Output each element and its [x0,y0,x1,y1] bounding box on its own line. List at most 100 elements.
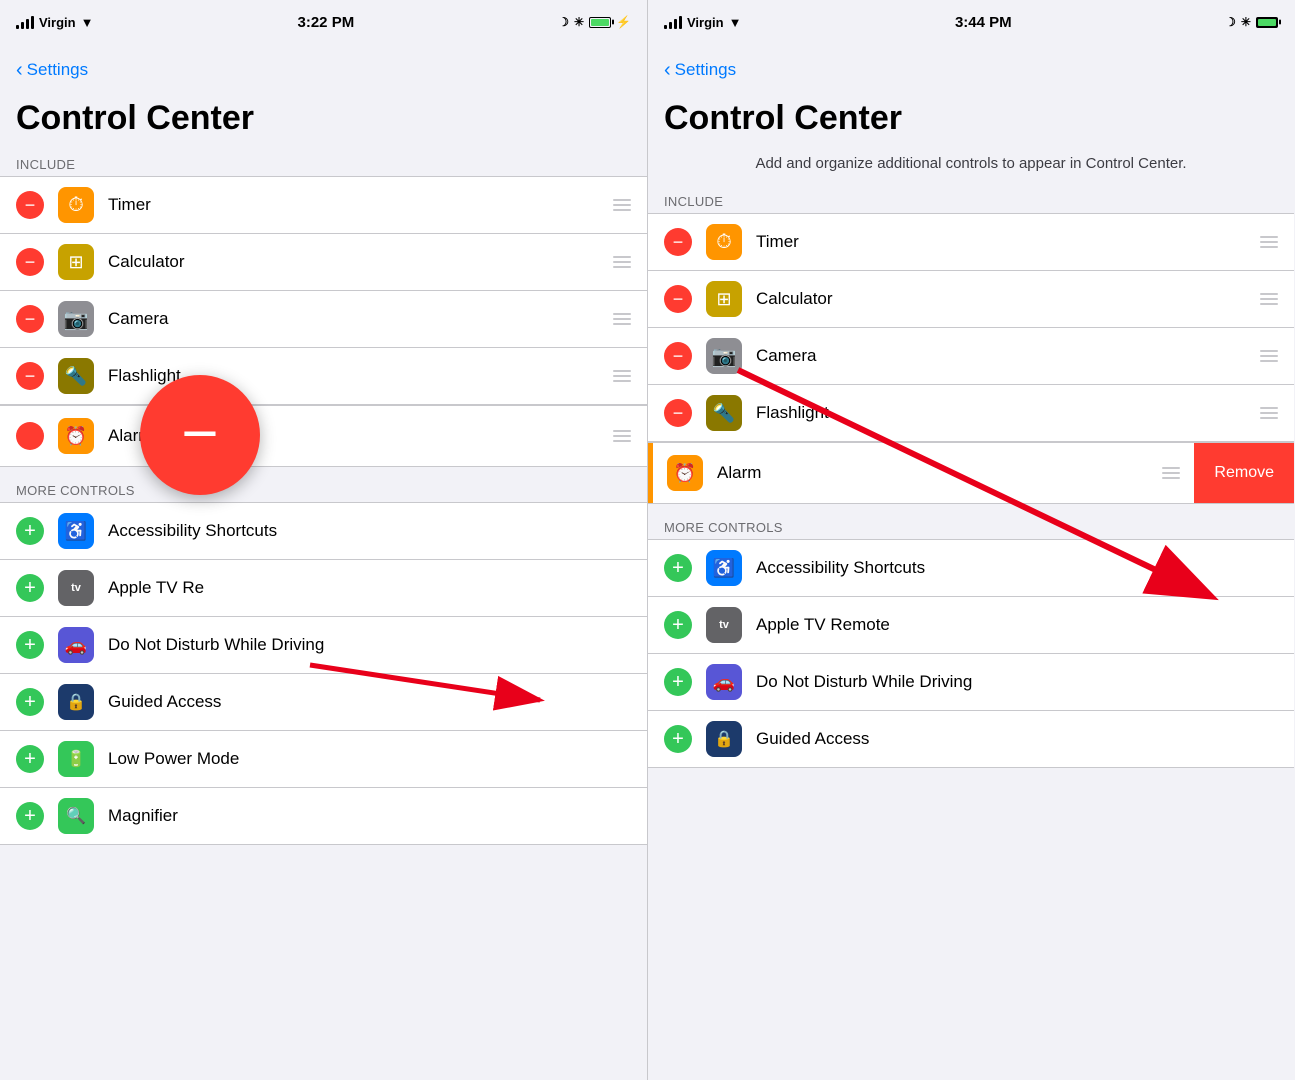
drag-handle-timer-right[interactable] [1260,236,1278,248]
page-title-left: Control Center [0,96,647,149]
dnd-icon-right: 🚗 [706,664,742,700]
wifi-icon: ▼ [81,15,94,30]
guided-icon-right: 🔒 [706,721,742,757]
magnifier-icon-left: 🔍 [58,798,94,834]
guided-label-right: Guided Access [756,729,1278,749]
bluetooth-icon-right: ✳ [1241,15,1251,29]
alarm-row-right[interactable]: ⏰ Alarm Remove [648,442,1294,504]
drag-handle-camera-left[interactable] [613,313,631,325]
timer-icon-left: ⏱ [58,187,94,223]
add-btn-dnd-left[interactable]: + [16,631,44,659]
drag-handle-alarm-left[interactable] [613,430,631,442]
flashlight-icon-right: 🔦 [706,395,742,431]
list-item-calculator-left[interactable]: − ⊞ Calculator [0,234,647,291]
include-list-right: − ⏱ Timer − ⊞ Calculator − 📷 Camera [648,213,1294,442]
list-item-appletv-left[interactable]: + tv Apple TV Re [0,560,647,617]
alarm-row-left[interactable]: ⏰ Alarm [0,405,647,467]
moon-icon-right: ☽ [1225,15,1236,29]
list-item-guided-right[interactable]: + 🔒 Guided Access [648,711,1294,768]
add-btn-appletv-left[interactable]: + [16,574,44,602]
charging-icon: ⚡ [616,15,631,29]
title-text-right: Control Center [664,100,1278,137]
remove-btn-calculator-right[interactable]: − [664,285,692,313]
dnd-icon-left: 🚗 [58,627,94,663]
dnd-label-right: Do Not Disturb While Driving [756,672,1278,692]
remove-btn-calculator-left[interactable]: − [16,248,44,276]
flashlight-icon-left: 🔦 [58,358,94,394]
alarm-icon-left: ⏰ [58,418,94,454]
list-item-accessibility-right[interactable]: + ♿ Accessibility Shortcuts [648,539,1294,597]
remove-btn-flashlight-left[interactable]: − [16,362,44,390]
add-btn-magnifier-left[interactable]: + [16,802,44,830]
drag-handle-flashlight-right[interactable] [1260,407,1278,419]
add-btn-appletv-right[interactable]: + [664,611,692,639]
list-item-accessibility-left[interactable]: + ♿ Accessibility Shortcuts [0,502,647,560]
list-item-lowpower-left[interactable]: + 🔋 Low Power Mode [0,731,647,788]
more-controls-header-left: MORE CONTROLS [0,475,647,502]
flashlight-label-right: Flashlight [756,403,1260,423]
remove-btn-timer-left[interactable]: − [16,191,44,219]
status-right-left: Virgin ▼ [664,15,741,30]
title-text-left: Control Center [16,100,631,137]
list-item-dnd-left[interactable]: + 🚗 Do Not Disturb While Driving [0,617,647,674]
add-btn-guided-right[interactable]: + [664,725,692,753]
alarm-section-left: ⏰ Alarm [0,405,647,467]
list-item-guided-left[interactable]: + 🔒 Guided Access [0,674,647,731]
remove-action-button[interactable]: Remove [1194,443,1294,503]
time-label: 3:22 PM [298,14,355,31]
accessibility-icon-right: ♿ [706,550,742,586]
list-item-timer-right[interactable]: − ⏱ Timer [648,213,1294,271]
list-item-dnd-right[interactable]: + 🚗 Do Not Disturb While Driving [648,654,1294,711]
drag-handle-camera-right[interactable] [1260,350,1278,362]
add-btn-lowpower-left[interactable]: + [16,745,44,773]
signal-icon [16,16,34,29]
alarm-icon-right: ⏰ [667,455,703,491]
list-item-calculator-right[interactable]: − ⊞ Calculator [648,271,1294,328]
accessibility-icon-left: ♿ [58,513,94,549]
timer-label-right: Timer [756,232,1260,252]
calculator-icon-right: ⊞ [706,281,742,317]
more-controls-list-right: + ♿ Accessibility Shortcuts + tv Apple T… [648,539,1294,768]
drag-handle-timer-left[interactable] [613,199,631,211]
back-button-left[interactable]: ‹ Settings [16,60,88,80]
remove-btn-timer-right[interactable]: − [664,228,692,256]
back-button-right[interactable]: ‹ Settings [664,60,736,80]
list-item-camera-left[interactable]: − 📷 Camera [0,291,647,348]
list-item-appletv-right[interactable]: + tv Apple TV Remote [648,597,1294,654]
back-label-right: Settings [675,60,736,80]
bluetooth-icon: ✳ [574,15,584,29]
calculator-label-right: Calculator [756,289,1260,309]
wifi-icon-right: ▼ [729,15,742,30]
remove-btn-flashlight-right[interactable]: − [664,399,692,427]
nav-bar-left: ‹ Settings [0,44,647,96]
signal-icon-right [664,16,682,29]
battery-fill [591,19,609,26]
drag-handle-calculator-left[interactable] [613,256,631,268]
list-item-magnifier-left[interactable]: + 🔍 Magnifier [0,788,647,845]
add-btn-accessibility-right[interactable]: + [664,554,692,582]
appletv-icon-left: tv [58,570,94,606]
add-btn-guided-left[interactable]: + [16,688,44,716]
add-btn-accessibility-left[interactable]: + [16,517,44,545]
drag-handle-calculator-right[interactable] [1260,293,1278,305]
list-item-camera-right[interactable]: − 📷 Camera [648,328,1294,385]
remove-btn-camera-right[interactable]: − [664,342,692,370]
status-left: Virgin ▼ [16,15,93,30]
camera-icon-right: 📷 [706,338,742,374]
accessibility-label-left: Accessibility Shortcuts [108,521,631,541]
guided-icon-left: 🔒 [58,684,94,720]
drag-handle-flashlight-left[interactable] [613,370,631,382]
camera-icon-left: 📷 [58,301,94,337]
list-item-timer-left[interactable]: − ⏱ Timer [0,176,647,234]
battery-icon-right [1256,17,1278,28]
appletv-icon-right: tv [706,607,742,643]
drag-handle-alarm-right[interactable] [1162,467,1180,479]
add-btn-dnd-right[interactable]: + [664,668,692,696]
carrier-label: Virgin [39,15,76,30]
list-item-flashlight-right[interactable]: − 🔦 Flashlight [648,385,1294,442]
left-phone-panel: Virgin ▼ 3:22 PM ☽ ✳ ⚡ ‹ Settings Contro… [0,0,647,1080]
accessibility-label-right: Accessibility Shortcuts [756,558,1278,578]
list-item-flashlight-left[interactable]: − 🔦 Flashlight [0,348,647,405]
remove-btn-camera-left[interactable]: − [16,305,44,333]
battery-icon [589,17,611,28]
